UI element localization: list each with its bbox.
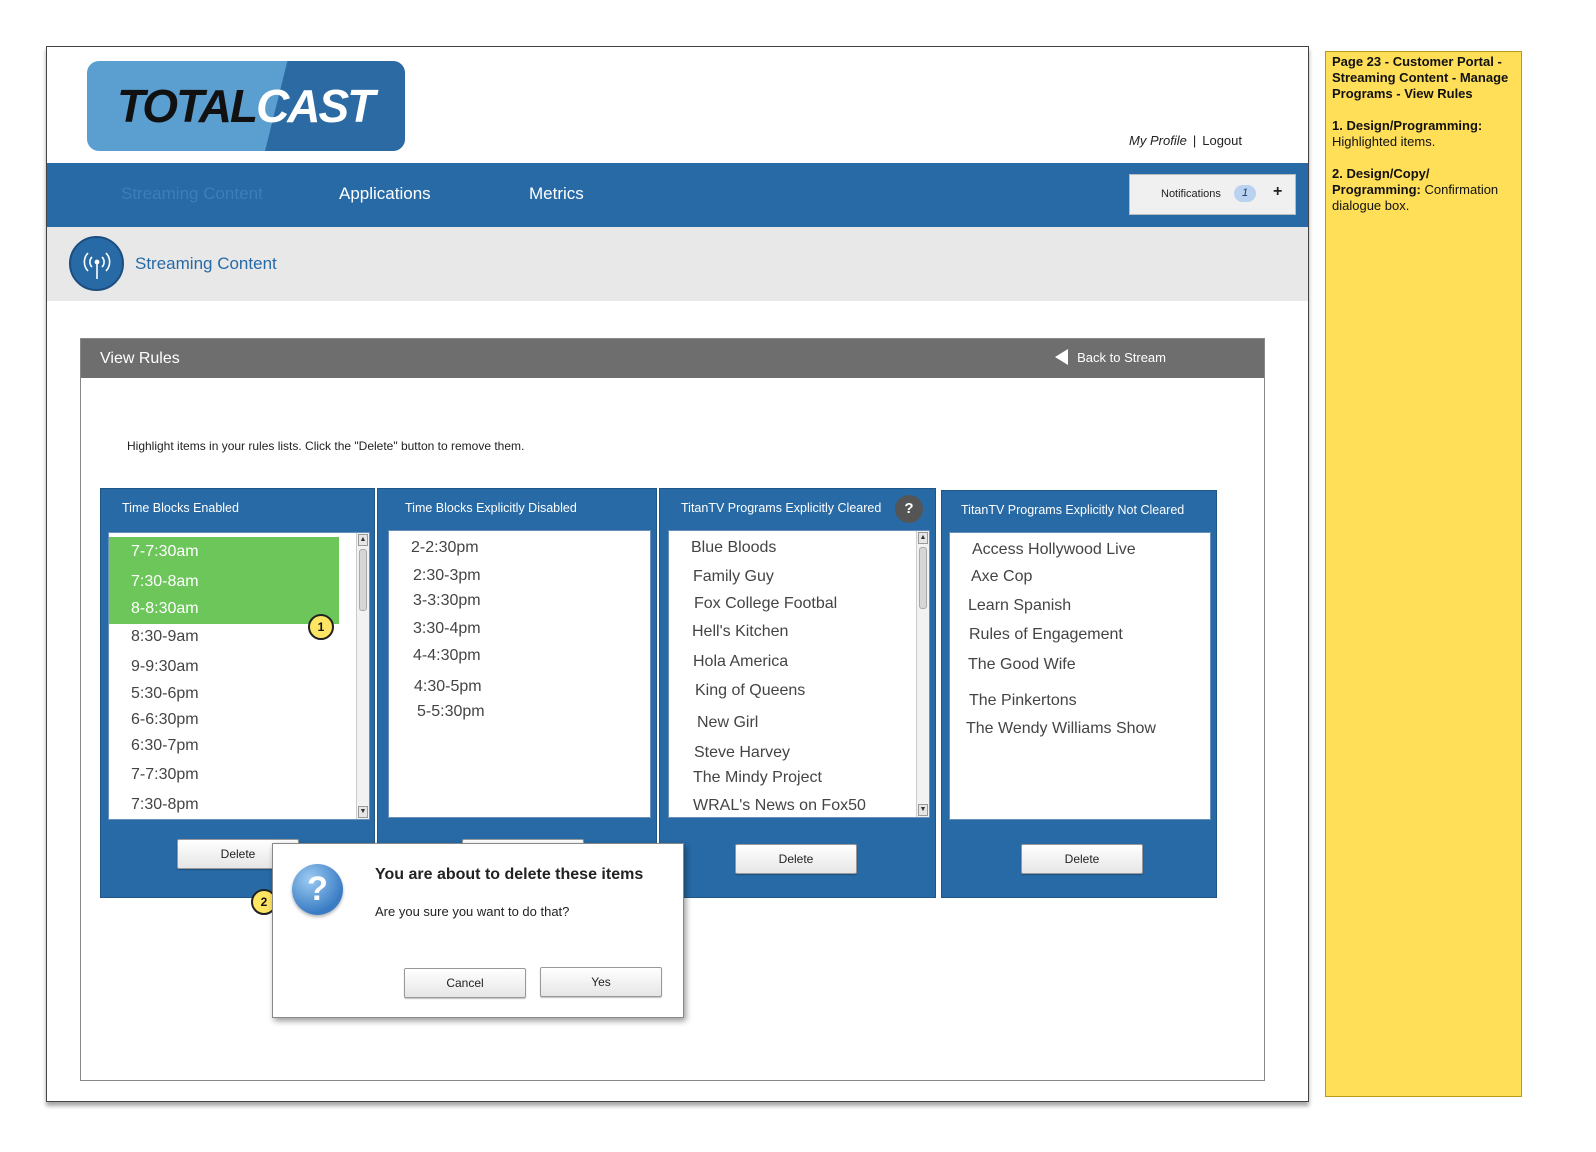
logo-text-cast: CAST (256, 80, 375, 132)
top-links: My Profile | Logout (1129, 133, 1242, 148)
annotation-note: Page 23 - Customer Portal - Streaming Co… (1325, 51, 1522, 1097)
list-item-selected[interactable]: 7:30-8am (109, 567, 339, 597)
list-item[interactable]: 7-7:30pm (109, 760, 369, 790)
back-to-stream-label: Back to Stream (1077, 349, 1166, 365)
time-blocks-disabled-list[interactable]: 2-2:30pm 2:30-3pm 3-3:30pm 3:30-4pm 4-4:… (388, 530, 651, 818)
column-title: TitanTV Programs Explicitly Cleared (681, 501, 882, 515)
back-arrow-icon (1055, 349, 1069, 365)
list-item[interactable]: Blue Bloods (669, 533, 929, 563)
dialog-message: Are you sure you want to do that? (375, 904, 570, 919)
list-item[interactable]: WRAL's News on Fox50 (669, 791, 929, 817)
cancel-button[interactable]: Cancel (404, 968, 526, 998)
list-item[interactable]: Hell's Kitchen (669, 617, 929, 647)
scroll-up-icon[interactable]: ▲ (358, 534, 368, 546)
note-item-2: 2. Design/Copy/ Programming: Confirmatio… (1332, 166, 1515, 214)
logout-link[interactable]: Logout (1202, 133, 1242, 148)
list-scrollbar[interactable]: ▲ ▼ (356, 533, 369, 819)
scroll-thumb[interactable] (359, 549, 367, 611)
instructions-text: Highlight items in your rules lists. Cli… (127, 439, 525, 453)
main-nav: Streaming Content Applications Metrics N… (47, 163, 1308, 227)
scroll-down-icon[interactable]: ▼ (358, 806, 368, 818)
time-blocks-disabled-column: Time Blocks Explicitly Disabled 2-2:30pm… (377, 488, 657, 898)
nav-streaming-content[interactable]: Streaming Content (121, 184, 263, 204)
list-item[interactable]: New Girl (669, 708, 929, 738)
time-blocks-enabled-list[interactable]: 7-7:30am 7:30-8am 8-8:30am 8:30-9am 9-9:… (108, 532, 370, 820)
list-item[interactable]: The Good Wife (950, 650, 1210, 680)
list-item-selected[interactable]: 7-7:30am (109, 537, 339, 567)
list-item[interactable]: 5-5:30pm (389, 697, 650, 727)
list-item[interactable]: The Mindy Project (669, 763, 929, 793)
section-header: Streaming Content (47, 227, 1308, 301)
note-item-text: Highlighted items. (1332, 134, 1436, 149)
yes-button[interactable]: Yes (540, 967, 662, 997)
list-scrollbar[interactable]: ▲ ▼ (916, 531, 929, 817)
list-item[interactable]: 2-2:30pm (389, 533, 650, 563)
list-item[interactable]: 7:30-8pm (109, 790, 369, 819)
panel-header: View Rules Back to Stream (81, 339, 1264, 378)
titantv-not-cleared-list[interactable]: Access Hollywood Live Axe Cop Learn Span… (949, 532, 1211, 820)
totalcast-logo[interactable]: TOTALCAST (87, 61, 405, 151)
my-profile-link[interactable]: My Profile (1129, 133, 1187, 148)
column-title: Time Blocks Explicitly Disabled (405, 501, 577, 515)
notifications-add-icon[interactable]: + (1273, 183, 1282, 201)
notifications-label: Notifications (1161, 188, 1221, 200)
logo-text-total: TOTAL (117, 80, 258, 132)
list-item[interactable]: Family Guy (669, 562, 929, 592)
callout-1: 1 (308, 614, 334, 640)
list-item[interactable]: 3-3:30pm (389, 586, 650, 616)
dialog-title: You are about to delete these items (375, 866, 644, 883)
section-title: Streaming Content (135, 254, 277, 273)
column-title: TitanTV Programs Explicitly Not Cleared (961, 503, 1185, 517)
back-to-stream-link[interactable]: Back to Stream (1055, 349, 1166, 365)
titantv-cleared-list[interactable]: Blue Bloods Family Guy Fox College Footb… (668, 530, 930, 818)
list-item[interactable]: Rules of Engagement (950, 620, 1210, 650)
notifications-count-badge: 1 (1234, 185, 1256, 202)
note-item-label: 2. Design/Copy/ Programming: (1332, 166, 1430, 197)
titantv-not-cleared-column: TitanTV Programs Explicitly Not Cleared … (941, 490, 1217, 898)
list-item[interactable]: 4-4:30pm (389, 641, 650, 671)
list-item[interactable]: Fox College Footbal (669, 589, 929, 619)
note-heading: Page 23 - Customer Portal - Streaming Co… (1332, 54, 1509, 101)
list-item[interactable]: The Wendy Williams Show (950, 714, 1210, 744)
time-blocks-enabled-column: Time Blocks Enabled 7-7:30am 7:30-8am 8-… (100, 488, 375, 898)
notifications-widget[interactable]: Notifications 1 + (1129, 174, 1296, 215)
column-title: Time Blocks Enabled (122, 501, 239, 515)
titantv-cleared-column: TitanTV Programs Explicitly Cleared ? Bl… (659, 488, 936, 898)
list-item[interactable]: Axe Cop (950, 562, 1210, 592)
scroll-up-icon[interactable]: ▲ (918, 532, 928, 544)
list-item[interactable]: 3:30-4pm (389, 614, 650, 644)
list-item-selected[interactable]: 8-8:30am (109, 594, 339, 624)
note-item-1: 1. Design/Programming: Highlighted items… (1332, 118, 1515, 150)
list-item[interactable]: King of Queens (669, 676, 929, 706)
list-item[interactable]: Hola America (669, 647, 929, 677)
list-item[interactable]: Learn Spanish (950, 591, 1210, 621)
scroll-down-icon[interactable]: ▼ (918, 804, 928, 816)
confirm-delete-dialog: ? You are about to delete these items Ar… (272, 843, 684, 1018)
scroll-thumb[interactable] (919, 547, 927, 609)
nav-applications[interactable]: Applications (339, 184, 431, 204)
list-item[interactable]: Access Hollywood Live (950, 535, 1210, 565)
top-links-separator: | (1192, 133, 1197, 148)
list-item[interactable]: 6:30-7pm (109, 731, 369, 761)
help-icon[interactable]: ? (895, 495, 923, 523)
note-item-label: 1. Design/Programming: (1332, 118, 1483, 133)
list-item[interactable]: 9-9:30am (109, 652, 369, 682)
broadcast-icon (69, 236, 124, 291)
question-icon: ? (292, 864, 343, 915)
list-item[interactable]: The Pinkertons (950, 686, 1210, 716)
panel-title: View Rules (100, 350, 180, 367)
delete-button[interactable]: Delete (735, 844, 857, 874)
delete-button[interactable]: Delete (1021, 844, 1143, 874)
nav-metrics[interactable]: Metrics (529, 184, 584, 204)
